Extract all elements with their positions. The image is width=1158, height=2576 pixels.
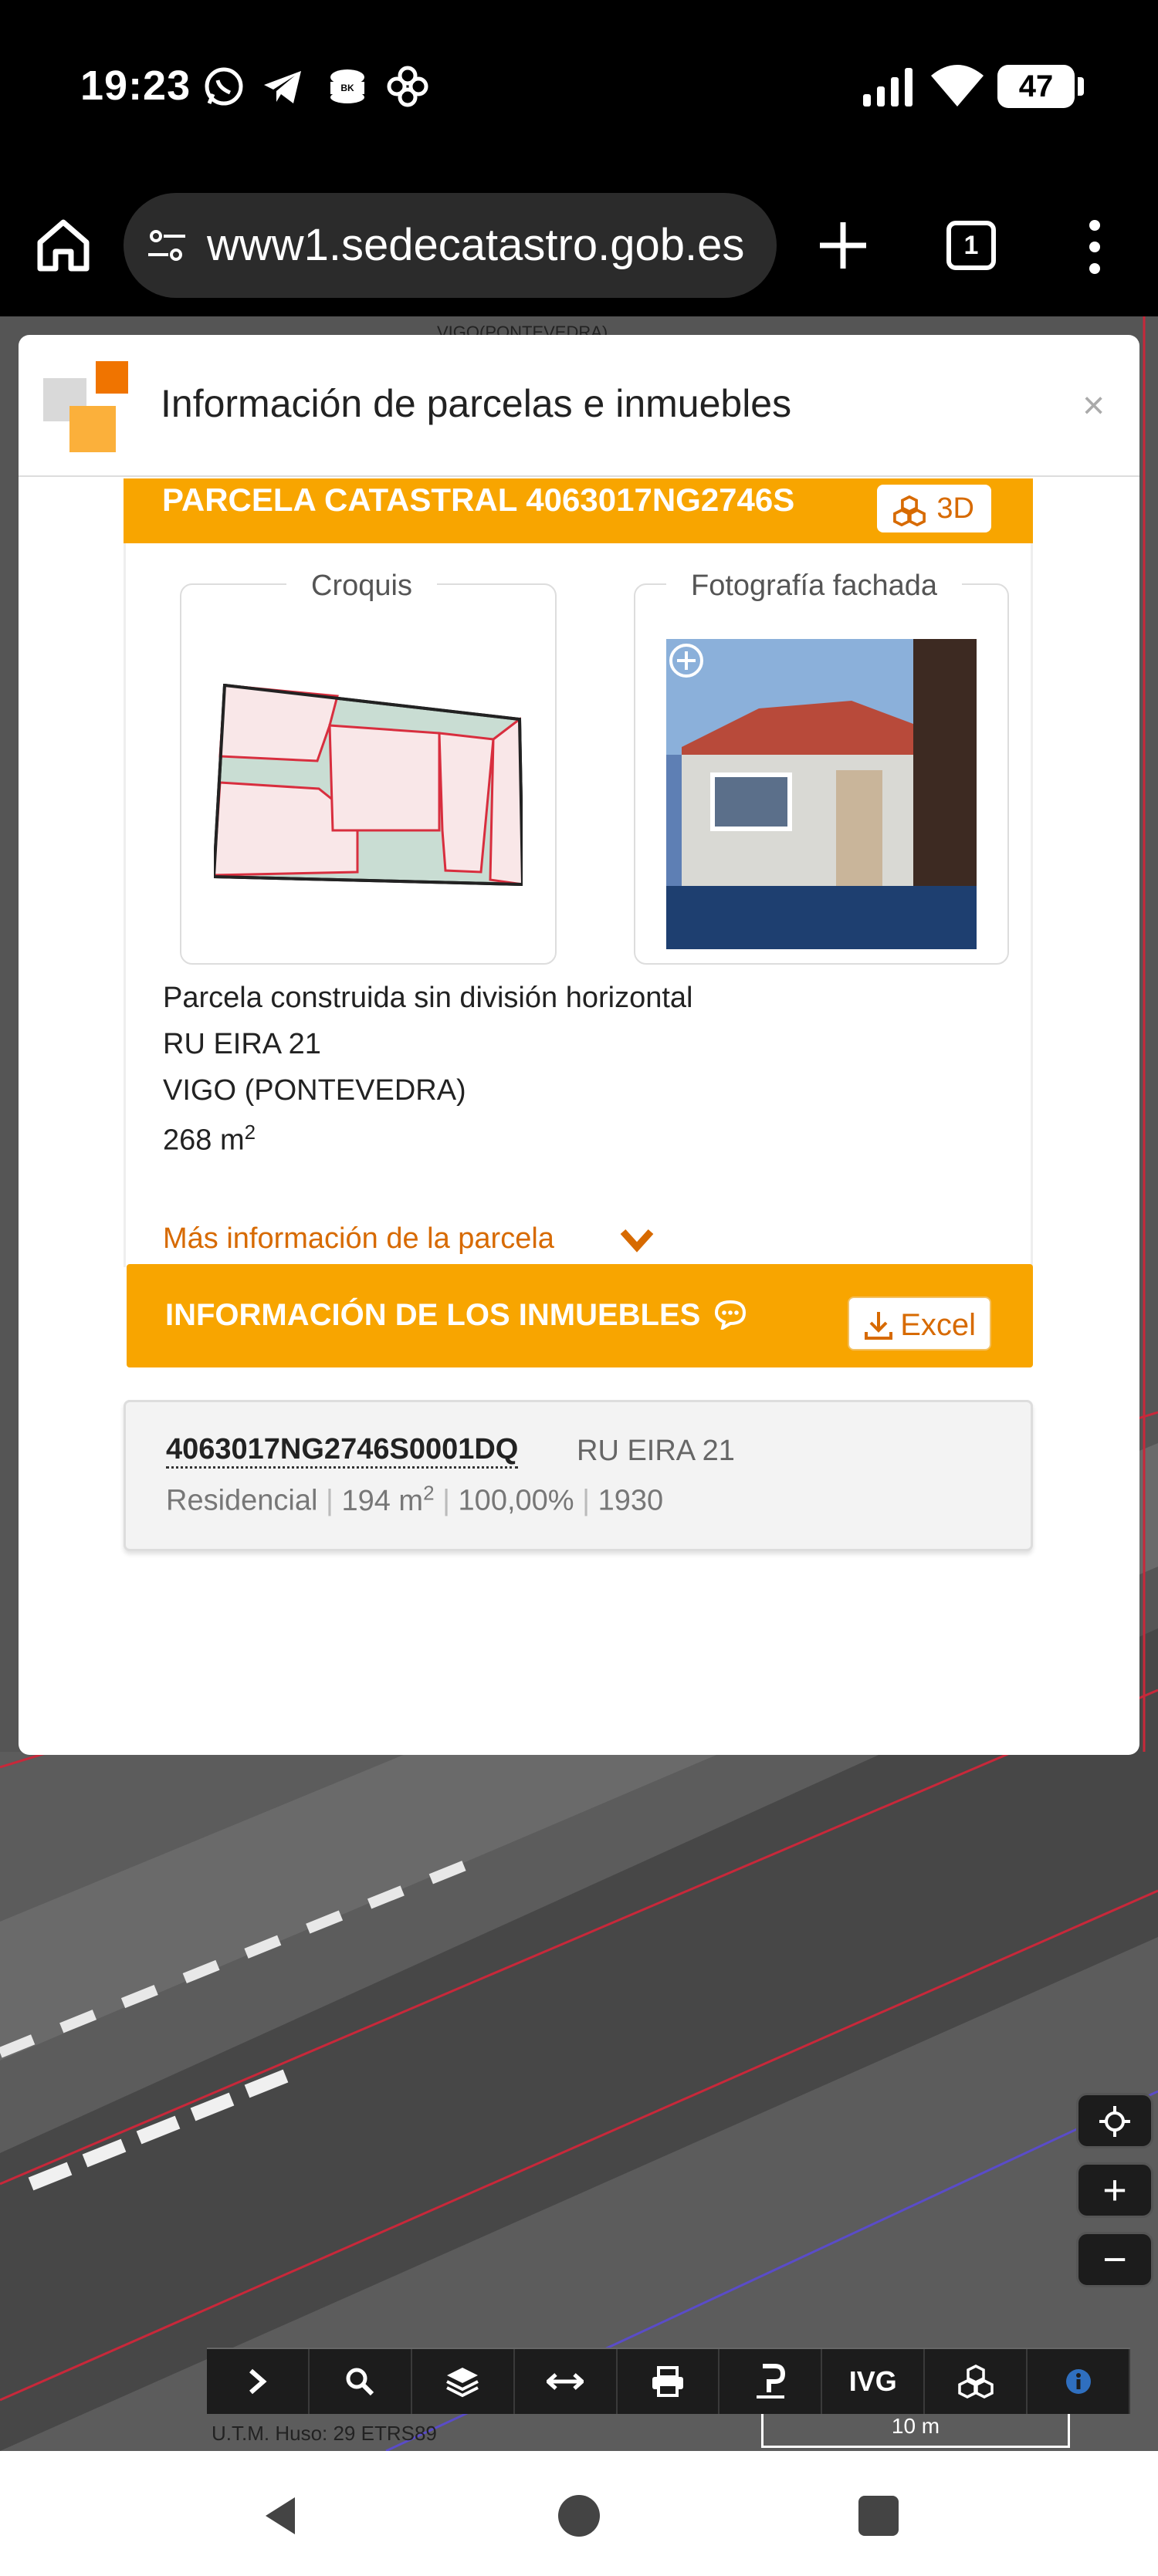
- parcel-type: Parcela construida sin división horizont…: [163, 982, 693, 1014]
- property-area-value: 194 m: [341, 1484, 424, 1517]
- view-3d-button[interactable]: 3D: [877, 485, 991, 532]
- separator: |: [442, 1484, 450, 1517]
- system-nav-bar: [0, 2451, 1158, 2576]
- parcel-address: RU EIRA 21: [163, 1028, 321, 1060]
- parcel-tool-button[interactable]: [720, 2349, 823, 2414]
- parcel-pin-icon: [756, 2364, 785, 2399]
- print-button[interactable]: [618, 2349, 720, 2414]
- catastro-logo: [43, 361, 128, 452]
- site-settings-icon[interactable]: [145, 224, 188, 267]
- comment-icon[interactable]: [713, 1299, 747, 1332]
- parcel-sketch[interactable]: [214, 684, 523, 900]
- excel-export-button[interactable]: Excel: [848, 1296, 991, 1351]
- wifi-icon: [931, 65, 984, 106]
- parcel-city: VIGO (PONTEVEDRA): [163, 1074, 466, 1107]
- signal-icon: [863, 68, 913, 106]
- download-icon: [865, 1312, 892, 1340]
- locate-button[interactable]: [1076, 2093, 1153, 2148]
- expand-toolbar-button[interactable]: [207, 2349, 310, 2414]
- ivg-button[interactable]: IVG: [822, 2349, 926, 2414]
- chevron-down-icon[interactable]: [620, 1227, 654, 1255]
- more-menu-icon[interactable]: [1073, 218, 1116, 276]
- recents-icon[interactable]: [855, 2493, 902, 2539]
- property-year: 1930: [598, 1484, 664, 1517]
- utm-label: U.T.M. Huso: 29 ETRS89: [212, 2422, 437, 2445]
- status-bar: 19:23 BK 47: [0, 0, 1158, 177]
- search-icon: [346, 2368, 374, 2396]
- print-icon: [652, 2366, 683, 2397]
- facade-photo[interactable]: [666, 639, 977, 949]
- flower-icon: [387, 66, 428, 107]
- cubes-icon: [957, 2365, 994, 2399]
- list-item[interactable]: 4063017NG2746S0001DQ RU EIRA 21 Residenc…: [124, 1400, 1033, 1551]
- layers-button[interactable]: [412, 2349, 515, 2414]
- parcel-header: PARCELA CATASTRAL 4063017NG2746S 3D: [124, 478, 1033, 543]
- excel-label: Excel: [900, 1308, 976, 1342]
- parcel-info-dialog: Información de parcelas e inmuebles × PA…: [19, 335, 1139, 1755]
- parcel-area-value: 268 m: [163, 1124, 245, 1157]
- parcel-title: PARCELA CATASTRAL 4063017NG2746S: [162, 482, 795, 518]
- close-button[interactable]: ×: [1082, 383, 1105, 428]
- property-address: RU EIRA 21: [577, 1435, 735, 1467]
- layers-icon: [446, 2368, 479, 2398]
- property-area-exponent: 2: [423, 1481, 435, 1504]
- map-toolbar: IVG: [207, 2348, 1131, 2414]
- telegram-icon: [264, 71, 301, 103]
- tab-switcher-button[interactable]: 1: [946, 221, 996, 270]
- new-tab-icon[interactable]: [814, 216, 872, 275]
- whatsapp-icon: [205, 67, 243, 106]
- zoom-out-button[interactable]: −: [1076, 2232, 1153, 2287]
- parcel-body: Croquis Fotografía fachada Parcela const…: [124, 543, 1033, 1267]
- parcel-area-exponent: 2: [244, 1121, 256, 1144]
- screen: 19:23 BK 47 www1.sedecatastro.gob.es 1 V…: [0, 0, 1158, 2576]
- 3d-button[interactable]: [925, 2349, 1028, 2414]
- properties-title-text: INFORMACIÓN DE LOS INMUEBLES: [165, 1298, 701, 1332]
- url-text: www1.sedecatastro.gob.es: [207, 220, 745, 270]
- home-icon[interactable]: [32, 215, 94, 276]
- crosshair-icon: [1099, 2106, 1130, 2137]
- burger-king-icon: BK: [330, 69, 364, 103]
- home-nav-icon[interactable]: [556, 2493, 602, 2539]
- scale-bar: 10 m: [761, 2414, 1070, 2448]
- clock: 19:23: [80, 63, 191, 109]
- view-3d-label: 3D: [936, 492, 974, 525]
- property-share: 100,00%: [458, 1484, 574, 1517]
- cubes-icon: [893, 495, 926, 526]
- dialog-content[interactable]: PARCELA CATASTRAL 4063017NG2746S 3D Croq…: [19, 478, 1139, 1755]
- cadastral-reference-link[interactable]: 4063017NG2746S0001DQ: [166, 1433, 519, 1469]
- info-button[interactable]: [1028, 2349, 1131, 2414]
- dialog-header: Información de parcelas e inmuebles ×: [19, 335, 1139, 477]
- sketch-panel: Croquis: [180, 570, 557, 965]
- info-icon: [1065, 2369, 1091, 2394]
- measure-icon: [547, 2373, 584, 2390]
- photo-label: Fotografía fachada: [666, 570, 962, 603]
- properties-header: INFORMACIÓN DE LOS INMUEBLES Excel: [127, 1264, 1033, 1367]
- back-icon[interactable]: [259, 2493, 306, 2539]
- zoom-in-button[interactable]: +: [1076, 2162, 1153, 2218]
- chevron-right-icon: [249, 2368, 267, 2395]
- measure-button[interactable]: [515, 2349, 618, 2414]
- property-area: 194 m2: [341, 1481, 434, 1517]
- facade-photo-panel: Fotografía fachada: [634, 570, 1009, 965]
- dialog-title: Información de parcelas e inmuebles: [161, 382, 792, 425]
- separator: |: [326, 1484, 334, 1517]
- separator: |: [582, 1484, 590, 1517]
- svg-text:BK: BK: [340, 83, 354, 93]
- sketch-label: Croquis: [286, 570, 437, 603]
- more-parcel-info-link[interactable]: Más información de la parcela: [163, 1222, 554, 1256]
- property-use: Residencial: [166, 1484, 318, 1517]
- property-details: Residencial | 194 m2 | 100,00% | 1930: [166, 1481, 663, 1518]
- battery-indicator: 47: [997, 65, 1084, 108]
- search-button[interactable]: [310, 2349, 412, 2414]
- parcel-area: 268 m2: [163, 1121, 256, 1158]
- properties-title: INFORMACIÓN DE LOS INMUEBLES: [165, 1298, 747, 1333]
- address-bar[interactable]: www1.sedecatastro.gob.es: [124, 193, 777, 298]
